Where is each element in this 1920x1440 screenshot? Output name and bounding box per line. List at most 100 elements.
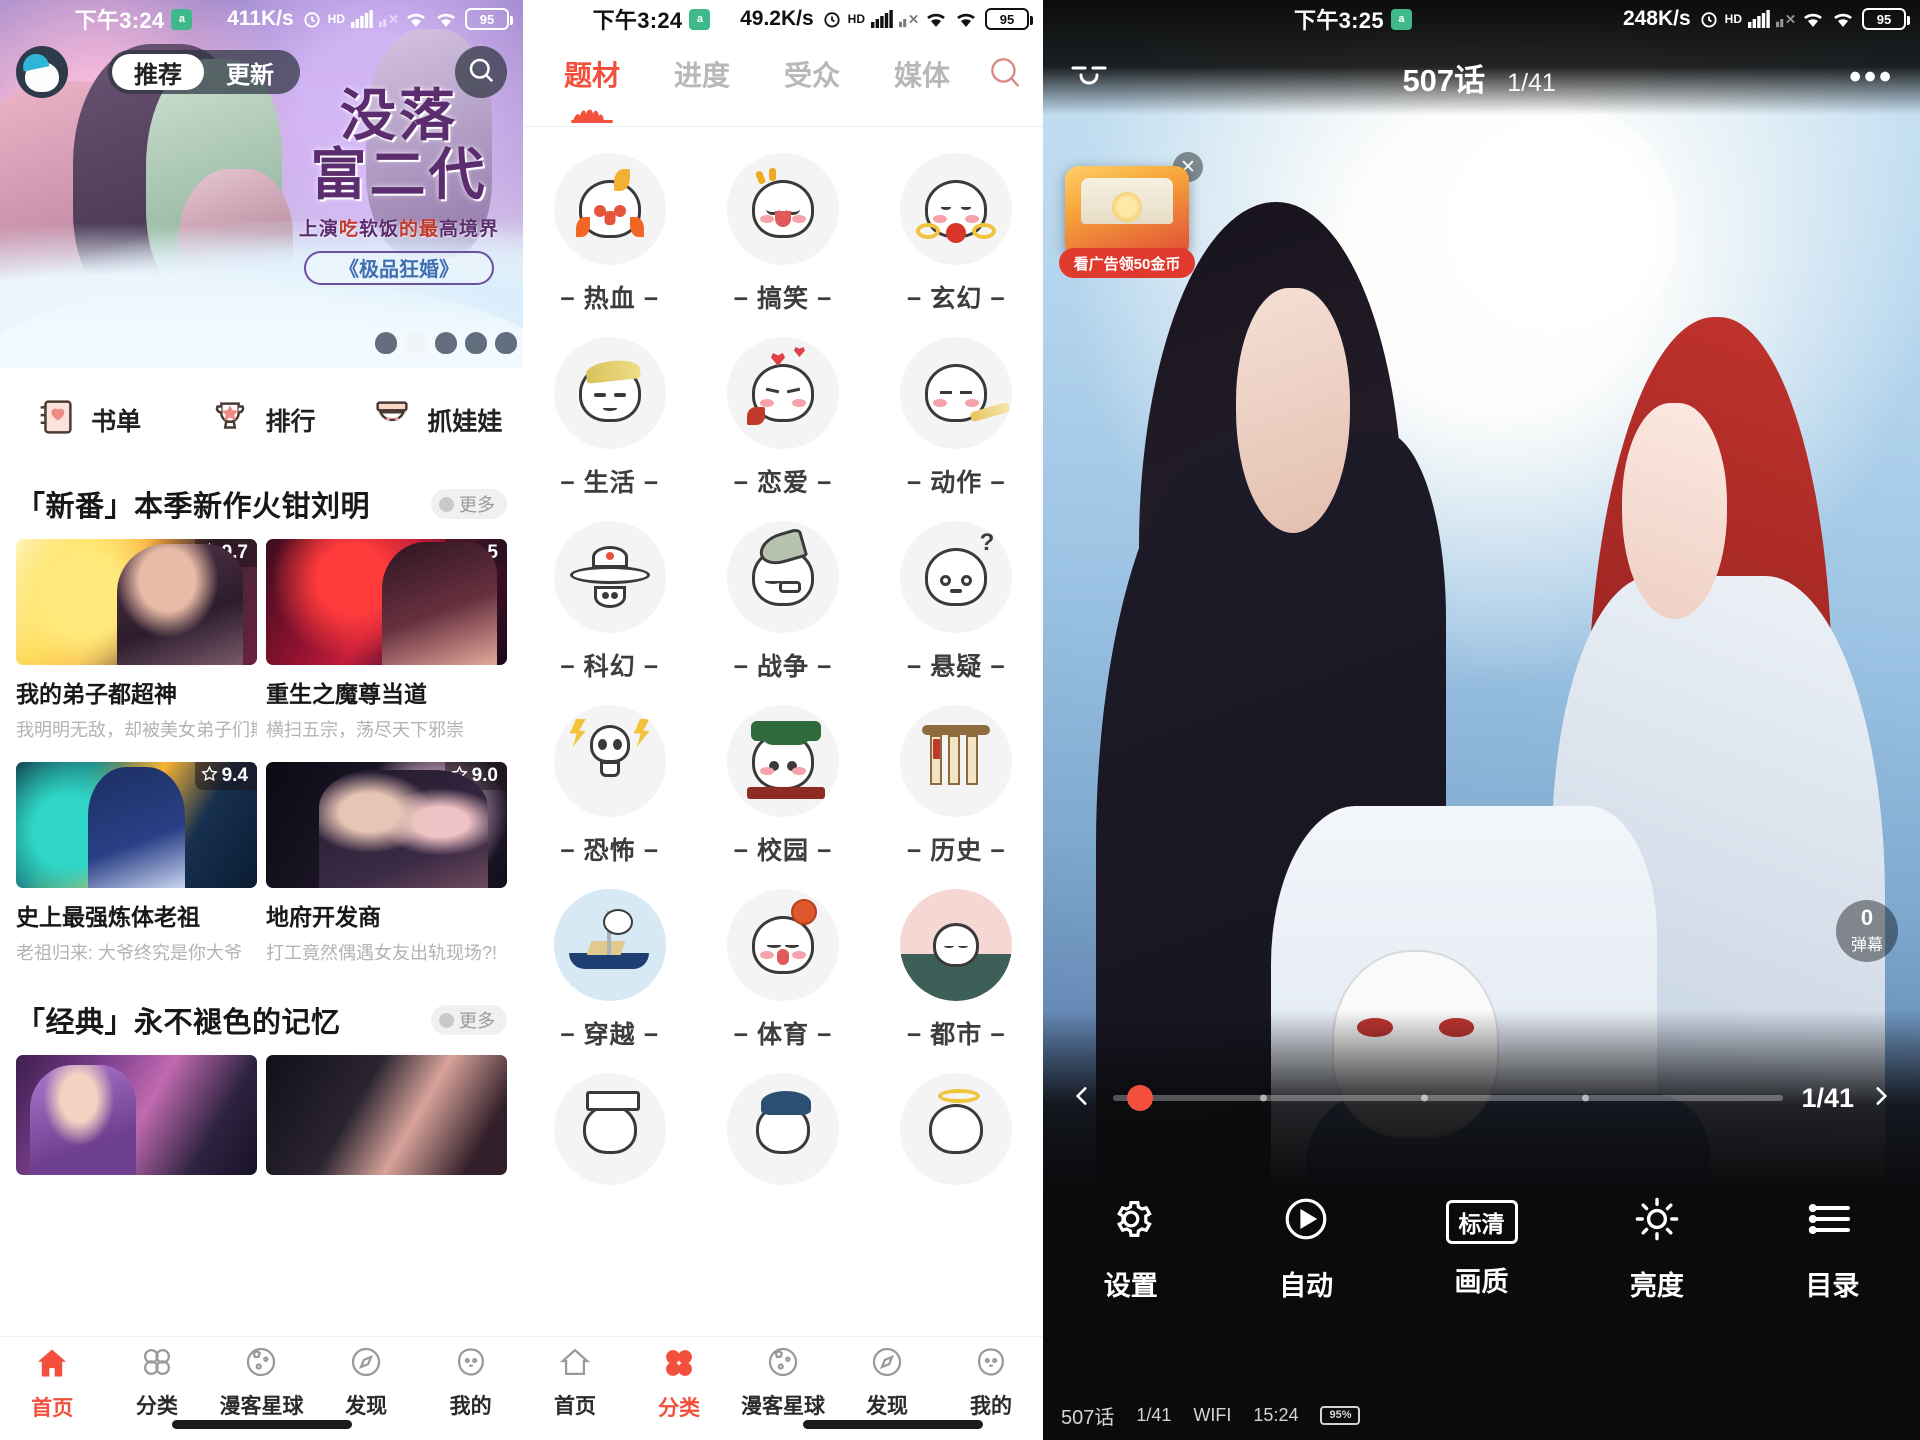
category-item-fantasy[interactable]: − 玄幻 −: [870, 141, 1043, 321]
category-label: − 战争 −: [733, 653, 833, 681]
slider-thumb[interactable]: [1126, 1085, 1153, 1111]
section-more-button[interactable]: 更多: [431, 1005, 507, 1035]
profile-icon: [454, 1345, 488, 1384]
quick-link-booklist[interactable]: 书单: [0, 394, 174, 445]
star-icon: [450, 764, 468, 788]
comic-desc: 横扫五宗，荡尽天下邪崇: [266, 720, 464, 740]
tabbar-item-planet[interactable]: 漫客星球: [731, 1345, 835, 1420]
slider-tick: [1582, 1094, 1590, 1102]
tabbar-item-category[interactable]: 分类: [627, 1345, 731, 1422]
scroll-shape: [916, 725, 996, 797]
brightness-icon: [1633, 1195, 1681, 1248]
category-item-mystery[interactable]: ? − 悬疑 −: [870, 509, 1043, 689]
comic-title: 我的弟子都超神: [16, 681, 177, 707]
signal-off-icon: [899, 10, 919, 28]
quick-link-ranking[interactable]: 排行: [174, 394, 348, 445]
alarm-icon: [1699, 9, 1719, 29]
category-label: − 恐怖 −: [560, 837, 660, 865]
quick-link-claw[interactable]: 抓娃娃: [349, 394, 523, 445]
chevron-right-icon[interactable]: [1868, 1081, 1894, 1116]
back-icon[interactable]: [1069, 62, 1109, 93]
comic-card[interactable]: 9.4 史上最强炼体老祖 老祖归来: 大爷终究是你大爷: [16, 762, 257, 965]
category-label: − 历史 −: [906, 837, 1006, 865]
category-item-sports[interactable]: − 体育 −: [696, 877, 869, 1057]
tool-auto[interactable]: 自动: [1218, 1195, 1393, 1303]
category-item-comedy[interactable]: − 搞笑 −: [696, 141, 869, 321]
category-item-urban[interactable]: − 都市 −: [870, 877, 1043, 1057]
page-slider-track[interactable]: [1113, 1085, 1784, 1111]
category-item-hotblood[interactable]: − 热血 −: [523, 141, 696, 321]
signal-off-icon: [1776, 10, 1796, 28]
tabbar-item-planet[interactable]: 漫客星球: [209, 1345, 314, 1420]
category-item-extra-2[interactable]: [696, 1061, 869, 1205]
category-item-timetravel[interactable]: − 穿越 −: [523, 877, 696, 1057]
section-title: 「新番」本季新作火钳刘明: [16, 491, 371, 523]
ad-widget[interactable]: ✕ 看广告领50金币: [1059, 152, 1203, 278]
tabbar-item-mine[interactable]: 我的: [418, 1345, 523, 1420]
comic-card[interactable]: 9.7 我的弟子都超神 我明明无敌，却被美女弟子们欺负!: [16, 539, 257, 742]
avatar[interactable]: [16, 46, 68, 98]
bun-shape: [916, 180, 997, 243]
tool-quality[interactable]: 标清 画质: [1394, 1199, 1569, 1299]
star-icon: [450, 541, 468, 565]
category-label: − 校园 −: [733, 837, 833, 865]
tab-media[interactable]: 媒体: [867, 54, 977, 94]
tab-progress[interactable]: 进度: [647, 54, 757, 94]
signal-off-icon: [379, 10, 399, 28]
chevron-left-icon[interactable]: [1069, 1081, 1095, 1116]
category-item-extra-3[interactable]: [870, 1061, 1043, 1205]
danmaku-button[interactable]: 0 弹幕: [1836, 900, 1898, 962]
status-app-badge: a: [689, 8, 711, 30]
episode-title: 507话: [1402, 62, 1486, 98]
comic-card[interactable]: 9.0 地府开发商 打工竟然偶遇女友出轨现场?!: [266, 762, 507, 965]
category-item-extra-1[interactable]: [523, 1061, 696, 1205]
tool-settings[interactable]: 设置: [1043, 1195, 1218, 1303]
hero-subtitle: 上演吃软饭的最高境界: [298, 218, 499, 240]
comic-desc: 打工竟然偶遇女友出轨现场?!: [266, 943, 498, 963]
compass-icon: [870, 1345, 904, 1384]
tool-catalog[interactable]: 目录: [1745, 1195, 1920, 1303]
category-label: − 动作 −: [906, 469, 1006, 497]
bun-shape: [578, 358, 641, 422]
comic-card[interactable]: 9.5 重生之魔尊当道 横扫五宗，荡尽天下邪崇: [266, 539, 507, 742]
section-more-button[interactable]: 更多: [431, 489, 507, 519]
quick-link-label: 抓娃娃: [427, 407, 503, 436]
category-item-action[interactable]: − 动作 −: [870, 325, 1043, 505]
category-item-history[interactable]: − 历史 −: [870, 693, 1043, 873]
tab-updates[interactable]: 更新: [204, 54, 296, 90]
search-button[interactable]: [977, 53, 1033, 96]
tabbar-item-category[interactable]: 分类: [105, 1345, 210, 1420]
home-content-scroll[interactable]: 书单 排行 抓娃娃 「新番」本季新作火钳刘明 更多 9.7 我的弟子都超神 我明…: [0, 368, 523, 1336]
category-item-life[interactable]: − 生活 −: [523, 325, 696, 505]
tab-label: 媒体: [893, 60, 950, 91]
home-tab-switcher: 推荐 更新: [108, 50, 300, 94]
slider-tick: [1260, 1094, 1268, 1102]
category-item-horror[interactable]: − 恐怖 −: [523, 693, 696, 873]
tabbar-item-mine[interactable]: 我的: [939, 1345, 1043, 1420]
tab-recommend[interactable]: 推荐: [112, 54, 204, 90]
category-item-scifi[interactable]: − 科幻 −: [523, 509, 696, 689]
tabbar-item-discover[interactable]: 发现: [314, 1345, 419, 1420]
tabbar-label: 发现: [866, 1395, 908, 1418]
tool-label: 自动: [1279, 1271, 1334, 1301]
category-item-romance[interactable]: − 恋爱 −: [696, 325, 869, 505]
tabbar-item-home[interactable]: 首页: [0, 1345, 105, 1422]
category-item-war[interactable]: − 战争 −: [696, 509, 869, 689]
tabbar-item-home[interactable]: 首页: [523, 1345, 627, 1420]
tab-audience[interactable]: 受众: [757, 54, 867, 94]
search-button[interactable]: [455, 46, 507, 98]
bottom-tabbar-category: 首页 分类 漫客星球 发现 我的: [523, 1336, 1043, 1440]
category-item-school[interactable]: − 校园 −: [696, 693, 869, 873]
comic-row: 9.7 我的弟子都超神 我明明无敌，却被美女弟子们欺负! 9.5 重生之魔尊当道: [0, 539, 523, 742]
comic-card[interactable]: [266, 1055, 507, 1175]
panel-category: 下午3:24 a 49.2K/s HD 95 题材 进度 受众 媒体 − 热血 …: [523, 0, 1043, 1440]
tab-theme[interactable]: 题材: [537, 54, 647, 123]
tool-brightness[interactable]: 亮度: [1569, 1195, 1744, 1303]
category-label: − 都市 −: [906, 1021, 1006, 1049]
status-time: 下午3:25: [1294, 8, 1384, 33]
more-icon[interactable]: •••: [1849, 58, 1894, 97]
tabbar-item-discover[interactable]: 发现: [835, 1345, 939, 1420]
book-bun-icon: [553, 1073, 666, 1185]
comic-card[interactable]: [16, 1055, 257, 1175]
bun-shape: [746, 347, 814, 425]
